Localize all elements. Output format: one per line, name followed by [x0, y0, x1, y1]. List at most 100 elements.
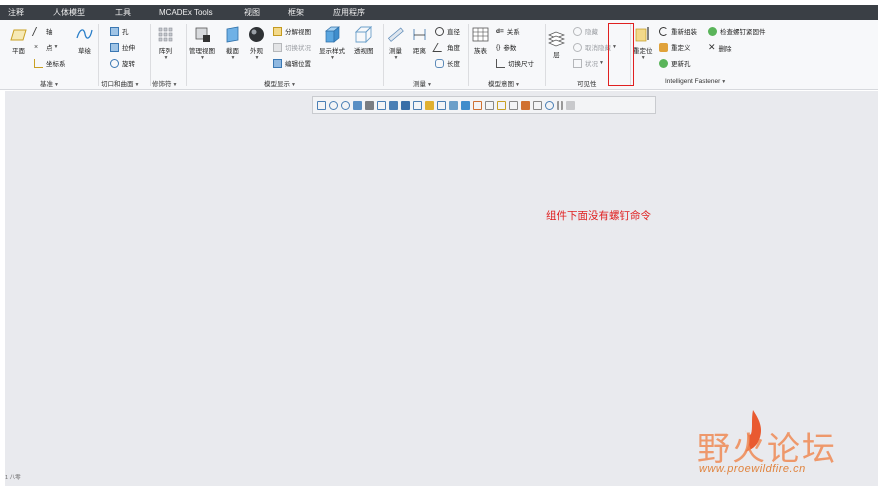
cube-view-icon[interactable] — [461, 100, 470, 110]
pause-icon[interactable] — [557, 100, 563, 110]
zoom-in-icon[interactable] — [329, 100, 338, 110]
appearance-button[interactable]: 外观 ▼ — [248, 26, 265, 61]
measure-group-label[interactable]: 测量▼ — [413, 78, 432, 88]
link-icon[interactable] — [545, 100, 554, 110]
plane-button[interactable]: 平面 — [10, 26, 27, 55]
edit-position-button[interactable]: 编辑位置 — [273, 58, 311, 68]
angle-button[interactable]: 角度 — [432, 42, 460, 52]
datum-group-label[interactable]: 基准▼ — [40, 78, 59, 88]
separator — [186, 24, 187, 86]
explode-view-icon — [273, 26, 282, 36]
distance-label: 距离 — [413, 48, 426, 55]
length-label: 长度 — [447, 61, 460, 68]
tag-icon[interactable] — [521, 100, 530, 110]
explode-view-button[interactable]: 分解视图 — [273, 26, 311, 36]
modifier-group-label[interactable]: 修饰符▼ — [152, 78, 177, 88]
record-icon[interactable] — [566, 100, 575, 110]
note-icon[interactable] — [533, 100, 542, 110]
update-hole-button[interactable]: 更新孔 — [659, 58, 691, 68]
display-style-button[interactable]: 显示样式 ▼ — [319, 26, 345, 61]
section-label: 截面 — [226, 48, 239, 55]
delete-button[interactable]: ✕ 删除 — [708, 42, 732, 53]
point-display-icon[interactable] — [485, 100, 494, 110]
edit-position-label: 编辑位置 — [285, 61, 311, 68]
table-icon — [472, 27, 489, 42]
ribbon: 平面 轴 × 点 ▼ 坐标系 草绘 基准▼ 孔 拉伸 旋转 切口和曲面▼ 阵列 … — [0, 20, 878, 90]
separator — [383, 24, 384, 86]
check-fasteners-button[interactable]: 检查螺钉紧固件 — [708, 26, 766, 36]
spin-center-icon[interactable] — [473, 100, 482, 110]
diameter-button[interactable]: 直径 — [435, 26, 460, 36]
display-group-label[interactable]: 模型显示▼ — [264, 78, 296, 88]
tab-view[interactable]: 视图 — [244, 7, 260, 18]
saved-orientations-icon[interactable] — [377, 100, 386, 110]
manage-views-button[interactable]: 管理视图 ▼ — [189, 26, 215, 61]
relations-label: 关系 — [506, 29, 520, 36]
toggle-dimensions-button[interactable]: 切换尺寸 — [496, 58, 534, 68]
csys-display-icon[interactable] — [497, 100, 506, 110]
distance-button[interactable]: 距离 — [411, 26, 428, 55]
modifier-group: 阵列 ▼ 修饰符▼ — [152, 20, 186, 90]
cut-surface-group: 孔 拉伸 旋转 切口和曲面▼ — [100, 20, 150, 90]
section-view-icon[interactable] — [413, 100, 422, 110]
reposition-button[interactable]: 重定位 ▼ — [633, 26, 653, 61]
point-button[interactable]: × 点 ▼ — [34, 42, 58, 53]
extrude-button[interactable]: 拉伸 — [110, 42, 135, 52]
family-table-button[interactable]: 族表 — [472, 26, 489, 55]
relations-button[interactable]: d= 关系 — [496, 26, 520, 37]
sketch-icon — [76, 29, 93, 39]
datum-display-icon[interactable] — [425, 100, 434, 110]
sketch-button[interactable]: 草绘 — [76, 26, 93, 55]
watermark: 野火论坛 www.proewildfire.cn — [690, 410, 860, 476]
revolve-label: 旋转 — [122, 61, 135, 68]
model-intent-group: 族表 d= 关系 {} 参数 切换尺寸 模型意图▼ — [470, 20, 544, 90]
csys-label: 坐标系 — [46, 61, 66, 68]
plane-display-icon[interactable] — [437, 100, 446, 110]
toggle-explode-button[interactable]: 切换状况 — [273, 42, 311, 52]
manage-views-label: 管理视图 — [189, 48, 215, 55]
annotation-display-icon[interactable] — [509, 100, 518, 110]
revolve-button[interactable]: 旋转 — [110, 58, 135, 68]
pan-icon[interactable] — [365, 100, 374, 110]
hole-button[interactable]: 孔 — [110, 26, 129, 36]
pattern-button[interactable]: 阵列 ▼ — [157, 26, 174, 61]
layer-button[interactable]: 层 — [548, 30, 565, 59]
csys-button[interactable]: 坐标系 — [34, 58, 66, 68]
zoom-out-icon[interactable] — [341, 100, 350, 110]
perspective-cube-icon — [355, 26, 373, 43]
perspective-button[interactable]: 透视图 — [354, 26, 374, 55]
tab-annotate[interactable]: 注释 — [8, 7, 24, 18]
status-button[interactable]: 状况 ▼ — [573, 58, 604, 68]
redefine-button[interactable]: 重定义 — [659, 42, 691, 52]
toggle-dimensions-label: 切换尺寸 — [508, 61, 534, 68]
section-button[interactable]: 截面 ▼ — [224, 26, 241, 61]
cut-group-label[interactable]: 切口和曲面▼ — [101, 78, 139, 88]
highlight-box — [608, 23, 634, 86]
refit-icon[interactable] — [317, 100, 326, 110]
parameters-button[interactable]: {} 参数 — [496, 42, 516, 53]
tab-applications[interactable]: 应用程序 — [333, 7, 365, 18]
status-label: 状况 — [585, 61, 598, 68]
axis-display-icon[interactable] — [449, 100, 458, 110]
fastener-group-label[interactable]: Intelligent Fastener▼ — [665, 78, 726, 85]
tab-tools[interactable]: 工具 — [115, 7, 131, 18]
measure-button[interactable]: 测量 ▼ — [387, 26, 404, 61]
view-manager-icon[interactable] — [389, 100, 398, 110]
explode-view-label: 分解视图 — [285, 29, 311, 36]
length-button[interactable]: 长度 — [435, 58, 460, 68]
display-style-icon[interactable] — [401, 100, 410, 110]
separator — [545, 24, 546, 86]
axis-button[interactable]: 轴 — [31, 26, 53, 36]
ruler-icon — [387, 27, 404, 42]
repaint-icon[interactable] — [353, 100, 362, 110]
tab-manikin[interactable]: 人体模型 — [53, 7, 85, 18]
separator — [150, 24, 151, 86]
restructure-button[interactable]: 重新组装 — [659, 26, 697, 36]
tab-framework[interactable]: 框架 — [288, 7, 304, 18]
tab-mcadex-tools[interactable]: MCADEx Tools — [159, 8, 213, 17]
hide-button[interactable]: 隐藏 — [573, 26, 598, 36]
reposition-label: 重定位 — [633, 48, 653, 55]
intent-group-label[interactable]: 模型意图▼ — [488, 78, 520, 88]
separator — [98, 24, 99, 86]
axis-label: 轴 — [46, 29, 53, 36]
